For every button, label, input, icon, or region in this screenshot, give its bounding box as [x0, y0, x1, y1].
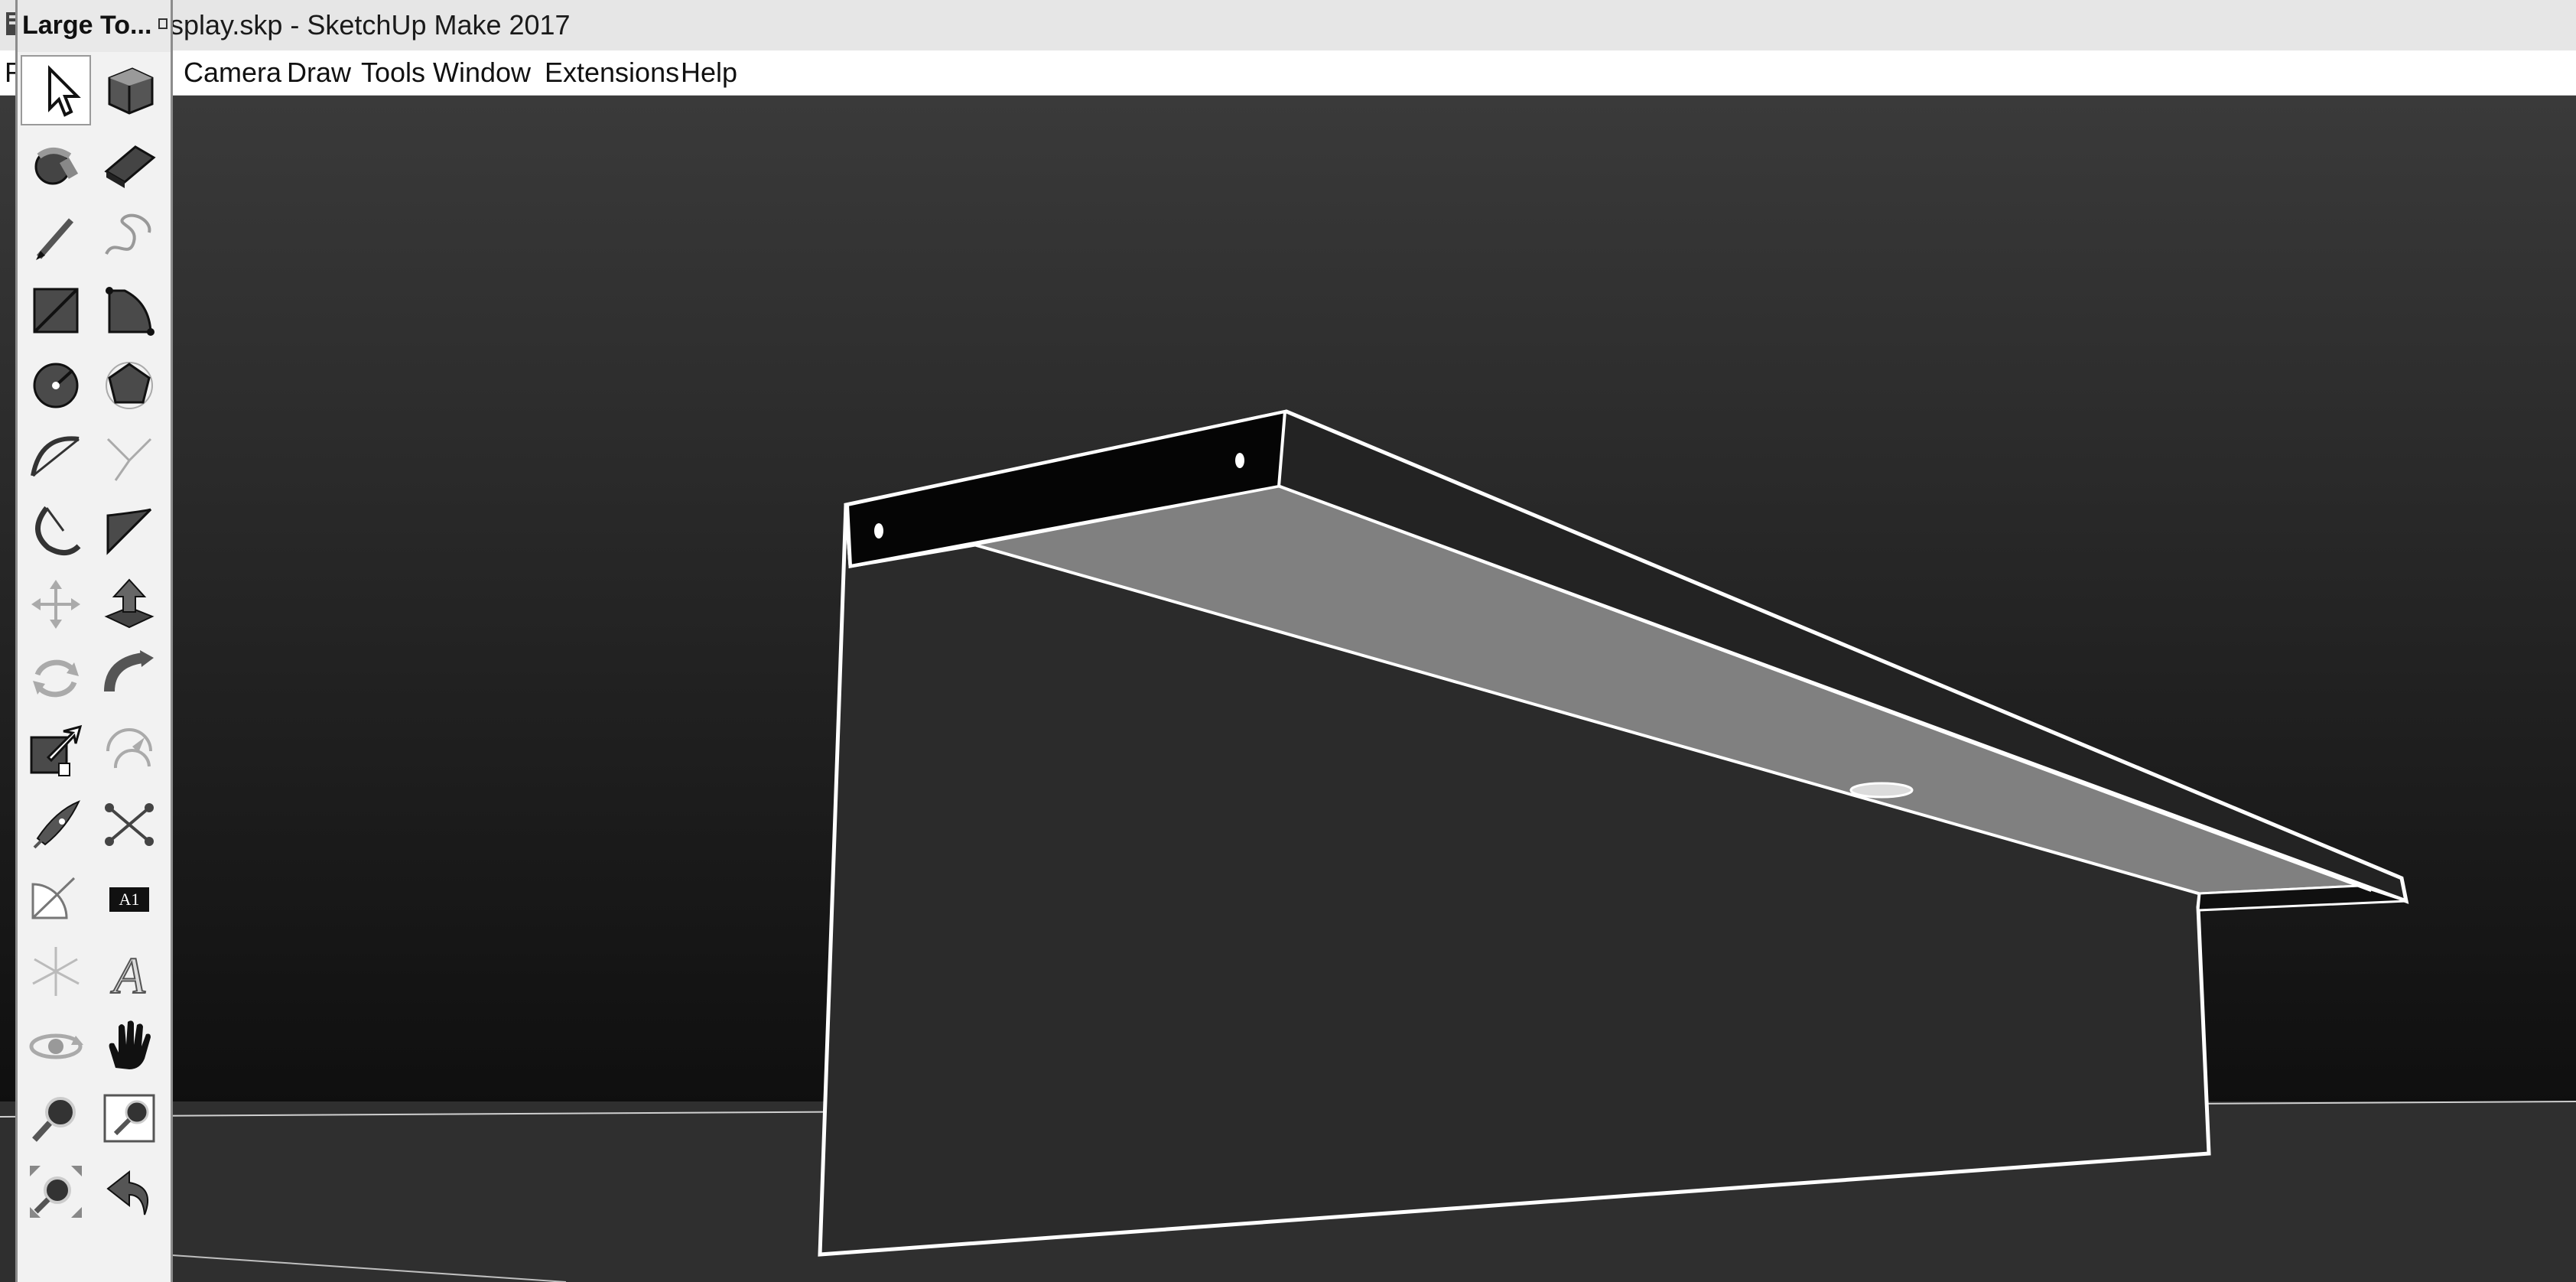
- circle-tool-button[interactable]: [21, 349, 91, 419]
- follow-me-icon: [104, 650, 154, 692]
- push-pull-icon: [104, 578, 154, 629]
- polygon-tool-button[interactable]: [94, 349, 164, 419]
- polygon-icon: [106, 362, 153, 409]
- protractor-tool-button[interactable]: [21, 863, 91, 933]
- screw-hole-right: [1235, 453, 1244, 468]
- previous-view-tool-button[interactable]: [94, 1157, 164, 1227]
- circle-icon: [33, 363, 79, 408]
- menu-draw[interactable]: Draw: [287, 50, 351, 95]
- pan-tool-button[interactable]: [94, 1010, 164, 1080]
- follow-me-tool-button[interactable]: [94, 643, 164, 713]
- make-component-tool-button[interactable]: [94, 55, 164, 125]
- menu-extensions[interactable]: Extensions: [545, 50, 679, 95]
- pan-hand-icon: [109, 1020, 151, 1069]
- text-label-icon: A1: [109, 887, 149, 912]
- orbit-tool-button[interactable]: [21, 1010, 91, 1080]
- menu-camera[interactable]: Camera: [184, 50, 281, 95]
- toolbar-header[interactable]: Large To...: [18, 0, 171, 52]
- tape-measure-tool-button[interactable]: [21, 789, 91, 860]
- large-tool-set-palette: Large To... A1 A: [15, 0, 173, 1282]
- rectangle-icon: [33, 288, 79, 334]
- freehand-icon: [105, 213, 151, 255]
- model-viewport[interactable]: [0, 96, 2576, 1282]
- freehand-tool-button[interactable]: [94, 202, 164, 272]
- zoom-extents-tool-button[interactable]: [21, 1157, 91, 1227]
- eraser-tool-button[interactable]: [94, 129, 164, 199]
- toolbar-close-icon[interactable]: [158, 18, 168, 29]
- component-box-icon: [108, 67, 154, 115]
- text-tool-button[interactable]: A1: [94, 863, 164, 933]
- select-tool-button[interactable]: [21, 55, 91, 125]
- three-point-arc-icon: [35, 506, 81, 555]
- three-point-arc-tool-button[interactable]: [21, 496, 91, 566]
- svg-text:A: A: [110, 946, 145, 1002]
- pie-icon: [106, 508, 152, 555]
- protractor-icon: [31, 877, 76, 919]
- menu-window[interactable]: Window: [433, 50, 531, 95]
- rotated-rectangle-tool-button[interactable]: [94, 275, 164, 346]
- rotate-icon: [33, 659, 79, 698]
- dimension-icon: [105, 803, 154, 846]
- two-point-arc-tool-button[interactable]: [94, 422, 164, 493]
- previous-view-icon: [106, 1170, 148, 1215]
- move-arrows-icon: [31, 580, 80, 629]
- shelf-hole: [1849, 782, 1914, 799]
- dimension-tool-button[interactable]: [94, 789, 164, 860]
- rotated-rectangle-icon: [106, 287, 154, 336]
- scale-tool-button[interactable]: [21, 716, 91, 786]
- offset-icon: [106, 728, 152, 769]
- menu-tools[interactable]: Tools: [361, 50, 425, 95]
- zoom-tool-button[interactable]: [21, 1083, 91, 1153]
- zoom-window-icon: [103, 1094, 155, 1143]
- window-title: splay.skp - SketchUp Make 2017: [170, 9, 571, 41]
- zoom-window-tool-button[interactable]: [94, 1083, 164, 1153]
- 3d-text-tool-button[interactable]: A: [94, 936, 164, 1007]
- arc-icon: [31, 436, 80, 477]
- toolbar-title: Large To...: [22, 11, 152, 40]
- zoom-icon: [32, 1097, 76, 1142]
- axes-tool-button[interactable]: [21, 936, 91, 1007]
- rectangle-tool-button[interactable]: [21, 275, 91, 346]
- paint-bucket-tool-button[interactable]: [21, 129, 91, 199]
- title-bar: splay.skp - SketchUp Make 2017: [0, 0, 2576, 50]
- axes-icon: [32, 947, 80, 996]
- paint-bucket-icon: [34, 148, 79, 185]
- eraser-icon: [104, 145, 156, 188]
- scale-icon: [30, 724, 83, 776]
- zoom-extents-icon: [30, 1166, 82, 1218]
- pencil-icon: [36, 218, 74, 260]
- menu-help[interactable]: Help: [681, 50, 737, 95]
- screw-hole-left: [874, 523, 883, 539]
- line-tool-button[interactable]: [21, 202, 91, 272]
- rotate-tool-button[interactable]: [21, 643, 91, 713]
- push-pull-tool-button[interactable]: [94, 569, 164, 639]
- two-point-arc-icon: [106, 438, 152, 481]
- arrow-cursor-icon: [48, 65, 81, 117]
- menu-bar: F Camera Draw Tools Window Extensions He…: [0, 50, 2576, 96]
- text-label-glyph: A1: [119, 890, 140, 909]
- orbit-icon: [29, 1033, 83, 1059]
- 3d-text-icon: A: [109, 945, 146, 1002]
- pie-tool-button[interactable]: [94, 496, 164, 566]
- arc-tool-button[interactable]: [21, 422, 91, 493]
- move-tool-button[interactable]: [21, 569, 91, 639]
- tape-measure-icon: [33, 800, 80, 849]
- offset-tool-button[interactable]: [94, 716, 164, 786]
